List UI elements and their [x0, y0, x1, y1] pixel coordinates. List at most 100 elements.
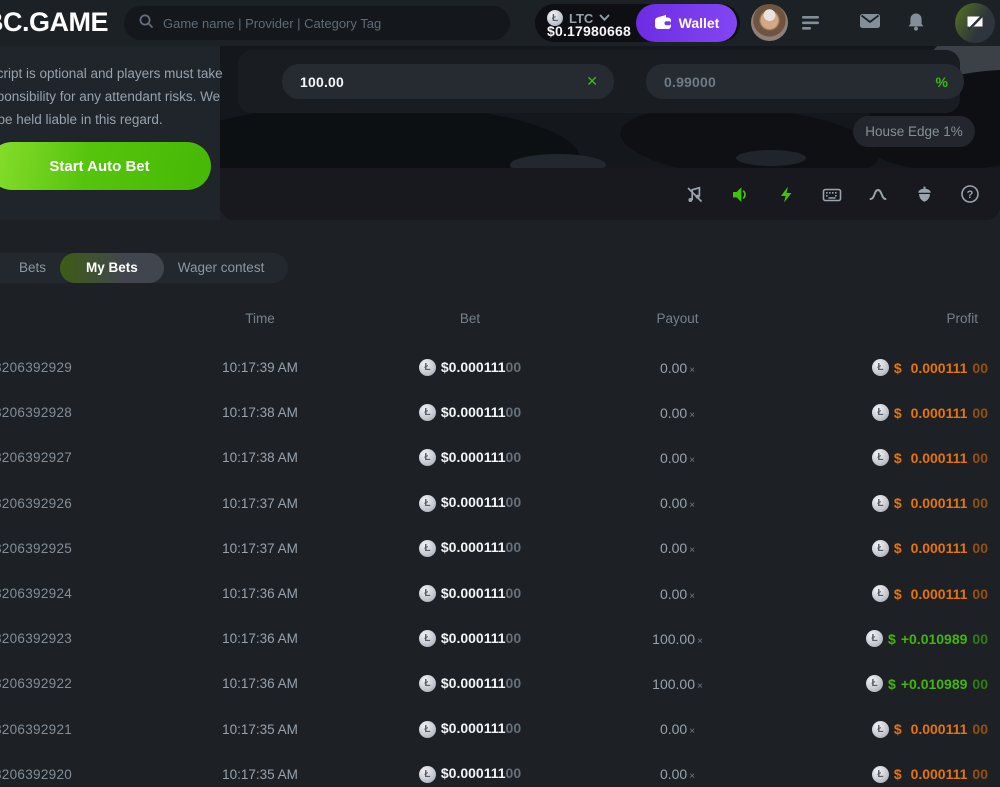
bet-payout: 0.00× — [555, 495, 800, 511]
bet-amount-field: ✕ — [282, 64, 614, 99]
header-time: Time — [135, 311, 385, 326]
bet-amount-input[interactable] — [300, 74, 586, 90]
bet-amount-cell: $0.00011100 — [385, 720, 555, 738]
ltc-coin-icon — [872, 359, 889, 376]
bet-table-row[interactable]: 8206392920 10:17:35 AM $0.00011100 0.00×… — [0, 752, 1000, 787]
bet-amount-cell: $0.00011100 — [385, 359, 555, 377]
bet-time: 10:17:36 AM — [135, 586, 385, 601]
ltc-coin-icon — [419, 766, 436, 783]
bet-table-row[interactable]: 8206392925 10:17:37 AM $0.00011100 0.00×… — [0, 526, 1000, 571]
sound-icon[interactable] — [730, 184, 750, 204]
game-search[interactable] — [124, 6, 510, 40]
bet-payout: 100.00× — [555, 676, 800, 692]
header-payout: Payout — [555, 311, 800, 326]
ltc-coin-icon — [872, 449, 889, 466]
bet-id: 8206392923 — [0, 631, 135, 646]
bet-profit: $ 0.00011100 — [800, 721, 1000, 738]
live-stats-icon[interactable] — [868, 184, 888, 204]
ltc-coin-icon — [419, 675, 436, 692]
house-edge-badge: House Edge 1% — [853, 116, 975, 147]
bet-payout: 0.00× — [555, 586, 800, 602]
search-icon — [138, 13, 154, 34]
hotkeys-icon[interactable] — [822, 184, 842, 204]
auto-bet-sidebar: script is optional and players must take… — [0, 46, 220, 220]
chat-icon[interactable] — [955, 3, 995, 43]
bet-table-row[interactable]: 8206392928 10:17:38 AM $0.00011100 0.00×… — [0, 390, 1000, 435]
bet-amount-cell: $0.00011100 — [385, 404, 555, 422]
bet-amount-cell: $0.00011100 — [385, 630, 555, 648]
bet-profit: $+0.01098900 — [800, 675, 1000, 692]
ltc-coin-icon — [419, 540, 436, 557]
bet-id: 8206392929 — [0, 360, 135, 375]
turbo-bet-icon[interactable] — [776, 184, 796, 204]
bet-time: 10:17:35 AM — [135, 722, 385, 737]
percent-icon[interactable]: % — [936, 74, 948, 90]
bet-profit: $ 0.00011100 — [800, 585, 1000, 602]
ltc-coin-icon — [419, 721, 436, 738]
bet-id: 8206392925 — [0, 541, 135, 556]
bet-amount-cell: $0.00011100 — [385, 675, 555, 693]
ltc-coin-icon — [872, 585, 889, 602]
bet-profit: $+0.01098900 — [800, 630, 1000, 647]
ltc-coin-icon — [419, 449, 436, 466]
menu-icon[interactable] — [801, 15, 821, 36]
bet-payout: 100.00× — [555, 631, 800, 647]
music-off-icon[interactable] — [684, 184, 704, 204]
search-input[interactable] — [163, 16, 496, 31]
site-logo[interactable]: BC.GAME — [0, 7, 108, 38]
wallet-button[interactable]: Wallet — [636, 4, 737, 42]
bet-table-row[interactable]: 8206392921 10:17:35 AM $0.00011100 0.00×… — [0, 707, 1000, 752]
bet-time: 10:17:36 AM — [135, 631, 385, 646]
ltc-coin-icon — [872, 404, 889, 421]
help-icon[interactable]: ? — [960, 184, 980, 204]
script-disclaimer: script is optional and players must take… — [0, 62, 228, 132]
payout-field: % — [646, 64, 964, 99]
bet-table-row[interactable]: 8206392922 10:17:36 AM $0.00011100 100.0… — [0, 661, 1000, 706]
bet-amount-cell: $0.00011100 — [385, 494, 555, 512]
payout-input[interactable] — [664, 74, 936, 90]
bet-payout: 0.00× — [555, 540, 800, 556]
seeds-icon[interactable] — [914, 184, 934, 204]
bet-time: 10:17:38 AM — [135, 450, 385, 465]
ltc-coin-icon — [419, 495, 436, 512]
table-header-row: Time Bet Payout Profit — [0, 300, 1000, 336]
bet-time: 10:17:37 AM — [135, 541, 385, 556]
bet-table-row[interactable]: 8206392924 10:17:36 AM $0.00011100 0.00×… — [0, 571, 1000, 616]
ltc-coin-icon — [419, 359, 436, 376]
bets-table-body: 8206392929 10:17:39 AM $0.00011100 0.00×… — [0, 345, 1000, 787]
multiply-icon[interactable]: ✕ — [586, 73, 598, 90]
bet-profit: $ 0.00011100 — [800, 540, 1000, 557]
top-header: BC.GAME LTC $0.17980668 Wallet — [0, 0, 1000, 46]
ltc-coin-icon — [872, 495, 889, 512]
bet-table-row[interactable]: 8206392927 10:17:38 AM $0.00011100 0.00×… — [0, 435, 1000, 480]
game-toolbar: ? — [220, 168, 1000, 220]
header-profit: Profit — [800, 311, 1000, 326]
game-panel: ✕ % House Edge 1% — [220, 46, 1000, 220]
ltc-coin-icon — [419, 404, 436, 421]
bet-payout: 0.00× — [555, 405, 800, 421]
balance-amount: $0.17980668 — [547, 23, 631, 39]
tab-all-bets[interactable]: Bets — [5, 253, 60, 283]
bet-id: 8206392926 — [0, 496, 135, 511]
mail-icon[interactable] — [859, 12, 881, 35]
bet-id: 8206392920 — [0, 767, 135, 782]
bell-icon[interactable] — [906, 12, 926, 37]
bet-payout: 0.00× — [555, 450, 800, 466]
tab-my-bets[interactable]: My Bets — [60, 253, 164, 283]
bet-table-row[interactable]: 8206392923 10:17:36 AM $0.00011100 100.0… — [0, 616, 1000, 661]
bet-table-row[interactable]: 8206392926 10:17:37 AM $0.00011100 0.00×… — [0, 481, 1000, 526]
game-scenery-cloud — [736, 150, 806, 166]
start-auto-bet-button[interactable]: Start Auto Bet — [0, 142, 211, 190]
wallet-icon — [654, 14, 672, 33]
bet-profit: $ 0.00011100 — [800, 359, 1000, 376]
bet-payout: 0.00× — [555, 721, 800, 737]
tab-wager-contest[interactable]: Wager contest — [164, 253, 279, 283]
ltc-coin-icon — [872, 721, 889, 738]
bet-time: 10:17:39 AM — [135, 360, 385, 375]
bet-id: 8206392927 — [0, 450, 135, 465]
bet-table-row[interactable]: 8206392929 10:17:39 AM $0.00011100 0.00×… — [0, 345, 1000, 390]
wallet-label: Wallet — [679, 15, 720, 31]
bc-game-page: BC.GAME LTC $0.17980668 Wallet — [0, 0, 1000, 787]
avatar[interactable] — [751, 4, 788, 41]
bets-tabs: Bets My Bets Wager contest — [0, 253, 288, 283]
